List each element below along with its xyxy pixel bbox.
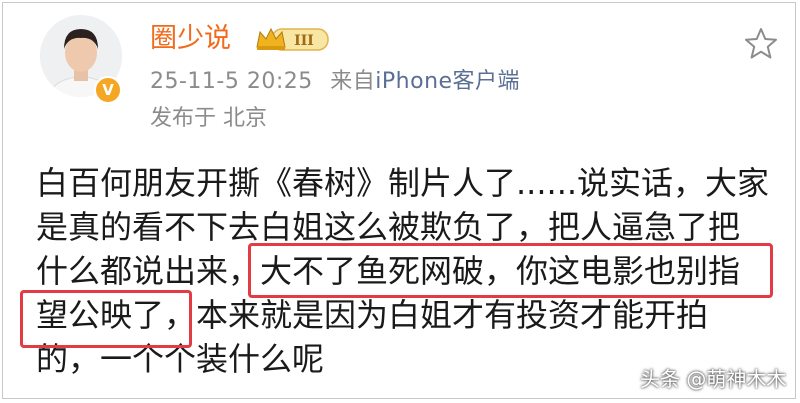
watermark: 头条 @萌神木木 bbox=[640, 367, 787, 391]
location: 发布于 北京 bbox=[150, 106, 267, 131]
star-outline-icon[interactable] bbox=[743, 26, 779, 62]
post-meta: 25-11-5 20:25 来自iPhone客户端 bbox=[150, 68, 520, 96]
source-prefix: 来自 bbox=[330, 69, 376, 94]
timestamp: 25-11-5 20:25 bbox=[150, 69, 313, 94]
highlight-box bbox=[248, 243, 773, 298]
source-device-link[interactable]: iPhone客户端 bbox=[375, 69, 520, 94]
vip-badge[interactable]: III bbox=[254, 25, 330, 54]
vip-level-text: III bbox=[294, 33, 314, 49]
username-link[interactable]: 圈少说 bbox=[150, 22, 231, 56]
post-line: 白百何朋友开撕《春树》制片人了......说实话，大家 bbox=[36, 164, 770, 202]
highlight-box bbox=[20, 290, 192, 348]
verified-v-icon: V bbox=[94, 76, 122, 104]
